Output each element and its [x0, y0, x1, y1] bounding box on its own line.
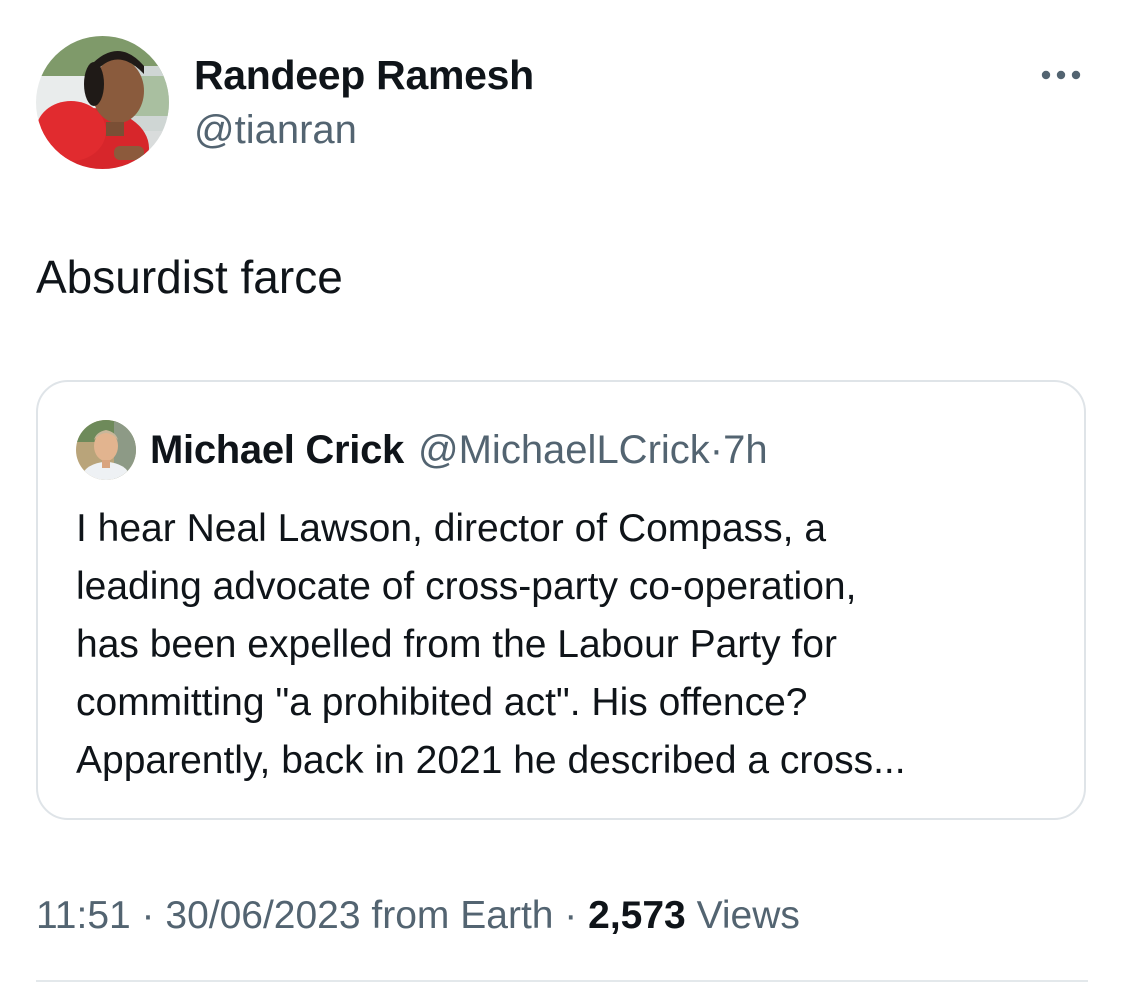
- author-avatar-image: [36, 36, 169, 169]
- quoted-header-separator: ·: [709, 428, 724, 472]
- quoted-text-line: leading advocate of cross-party co-opera…: [76, 565, 857, 608]
- meta-separator: ·: [130, 894, 166, 937]
- views-count[interactable]: 2,573: [588, 894, 686, 937]
- author-avatar[interactable]: [36, 36, 169, 169]
- tweet-time[interactable]: 11:51: [36, 894, 131, 937]
- quoted-text-line: I hear Neal Lawson, director of Compass,…: [76, 507, 827, 550]
- quoted-text-line: Apparently, back in 2021 he described a …: [76, 739, 906, 782]
- quoted-tweet-time[interactable]: 7h: [723, 428, 768, 472]
- more-horizontal-icon: [1041, 70, 1081, 80]
- tweet-meta: 11:51 · 30/06/2023 from Earth · 2,573 Vi…: [36, 894, 800, 938]
- tweet: Randeep Ramesh @tianran Absurdist farce …: [0, 0, 1125, 987]
- quoted-tweet-header: Michael Crick @MichaelLCrick·7h: [150, 426, 768, 474]
- quoted-author-handle[interactable]: @MichaelLCrick: [418, 428, 710, 472]
- tweet-source: from Earth: [360, 894, 554, 937]
- views-label: Views: [685, 894, 800, 937]
- divider: [36, 980, 1088, 982]
- author-name[interactable]: Randeep Ramesh: [194, 52, 534, 99]
- quoted-author-name[interactable]: Michael Crick: [150, 428, 404, 472]
- quoted-tweet-text: I hear Neal Lawson, director of Compass,…: [76, 500, 1056, 790]
- quoted-author-avatar-image: [76, 420, 136, 480]
- meta-separator: ·: [553, 894, 589, 937]
- tweet-date[interactable]: 30/06/2023: [165, 894, 360, 937]
- more-options-button[interactable]: [1036, 60, 1086, 90]
- tweet-text: Absurdist farce: [36, 251, 343, 303]
- quoted-tweet-card[interactable]: Michael Crick @MichaelLCrick·7h I hear Ne…: [36, 380, 1086, 820]
- quoted-author-avatar[interactable]: [76, 420, 136, 480]
- quoted-text-line: committing "a prohibited act". His offen…: [76, 681, 808, 724]
- author-handle[interactable]: @tianran: [194, 108, 357, 153]
- quoted-text-line: has been expelled from the Labour Party …: [76, 623, 837, 666]
